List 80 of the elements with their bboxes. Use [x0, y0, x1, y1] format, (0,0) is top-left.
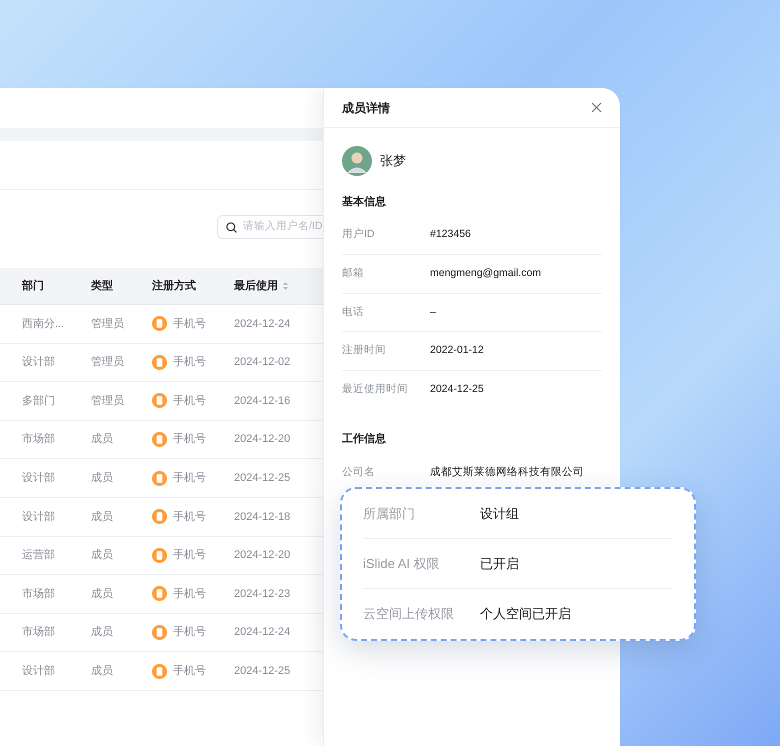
table-cell-text: 手机号 — [173, 586, 206, 602]
field-label: 云空间上传权限 — [363, 605, 455, 624]
section-title: 基本信息 — [342, 194, 387, 210]
table-cell-text: 设计部 — [21, 470, 56, 486]
phone-icon — [152, 354, 167, 370]
table-cell-text: 成员 — [91, 510, 114, 525]
phone-icon — [152, 586, 167, 602]
field-label: 电话 — [342, 304, 365, 320]
field-value: – — [430, 304, 436, 320]
table-cell-text: 2024-12-20 — [234, 432, 292, 448]
table-cell-text: 手机号 — [173, 625, 206, 640]
table-cell-text: 2024-12-25 — [234, 664, 292, 679]
table-cell-text: 多部门 — [21, 394, 56, 409]
table-cell-text: 2024-12-24 — [234, 625, 292, 640]
field-value: 2024-12-25 — [430, 382, 484, 398]
table-cell-text: 市场部 — [21, 586, 56, 602]
table-cell-text: 手机号 — [173, 355, 206, 370]
table-cell-text: 管理员 — [91, 394, 125, 409]
field-label: iSlide AI 权限 — [363, 554, 441, 573]
avatar-icon — [342, 146, 372, 176]
table-cell-text: 设计部 — [21, 510, 56, 525]
phone-icon — [152, 509, 167, 524]
table-cell-text: 成员 — [91, 548, 114, 564]
table-cell-text: 手机号 — [173, 316, 206, 332]
table-cell-text: 管理员 — [91, 316, 125, 332]
phone-icon — [152, 393, 167, 408]
table-cell-text: 设计部 — [21, 664, 56, 679]
field-label: 所属部门 — [363, 504, 416, 523]
table-cell-text: 手机号 — [173, 548, 206, 564]
phone-icon — [152, 625, 167, 640]
table-cell-text: 成员 — [91, 432, 114, 448]
table-cell-text: 市场部 — [21, 432, 56, 448]
field-label: 注册时间 — [342, 343, 387, 358]
table-cell-text: 手机号 — [173, 664, 206, 679]
field-value: 已开启 — [480, 554, 519, 573]
table-cell-text: 2024-12-02 — [234, 355, 292, 370]
table-cell-text: 设计部 — [21, 354, 56, 370]
column-header: 部门 — [22, 278, 44, 294]
table-cell-text: 2024-12-23 — [234, 586, 292, 602]
phone-icon — [152, 316, 167, 332]
column-header: 注册方式 — [152, 278, 196, 294]
drawer-title: 成员详情 — [342, 100, 390, 116]
user-name: 张梦 — [380, 152, 406, 170]
field-label: 邮箱 — [342, 266, 365, 282]
column-header: 类型 — [91, 278, 113, 294]
field-label: 最近使用时间 — [342, 382, 409, 398]
table-cell-text: 2024-12-24 — [234, 316, 292, 332]
close-icon[interactable] — [591, 102, 602, 113]
table-cell-text: 西南分... — [21, 316, 66, 332]
search-field[interactable]: 请输入用户名/ID — [217, 215, 323, 239]
table-cell-text: 成员 — [91, 625, 114, 640]
search-icon — [226, 222, 237, 232]
field-value: 2022-01-12 — [430, 343, 484, 358]
column-header: 最后使用 — [234, 278, 278, 294]
table-cell-text: 2024-12-25 — [234, 470, 292, 486]
phone-icon — [152, 432, 167, 448]
table-cell-text: 成员 — [91, 470, 114, 486]
phone-icon — [152, 470, 167, 486]
table-cell-text: 成员 — [91, 664, 114, 679]
phone-icon — [152, 664, 167, 679]
field-value: 成都艾斯莱德网络科技有限公司 — [430, 465, 584, 480]
field-value: mengmeng@gmail.com — [430, 266, 542, 282]
table-cell-text: 2024-12-18 — [234, 510, 292, 525]
table-cell-text: 2024-12-16 — [234, 394, 292, 409]
table-cell-text: 成员 — [91, 586, 114, 602]
table-cell-text: 手机号 — [173, 394, 206, 409]
table-cell-text: 运营部 — [21, 548, 56, 564]
field-label: 公司名 — [342, 465, 376, 480]
field-value: 个人空间已开启 — [480, 605, 571, 624]
field-value: 设计组 — [480, 504, 519, 523]
table-cell-text: 管理员 — [91, 355, 125, 370]
phone-icon — [152, 548, 167, 563]
table-cell-text: 手机号 — [173, 432, 206, 448]
field-label: 用户ID — [342, 227, 376, 242]
table-cell-text: 2024-12-20 — [234, 548, 292, 564]
table-cell-text: 市场部 — [21, 624, 56, 640]
field-value: #123456 — [430, 227, 471, 242]
table-cell-text: 手机号 — [173, 470, 206, 486]
table-cell-text: 手机号 — [173, 510, 206, 525]
section-title: 工作信息 — [342, 432, 387, 448]
